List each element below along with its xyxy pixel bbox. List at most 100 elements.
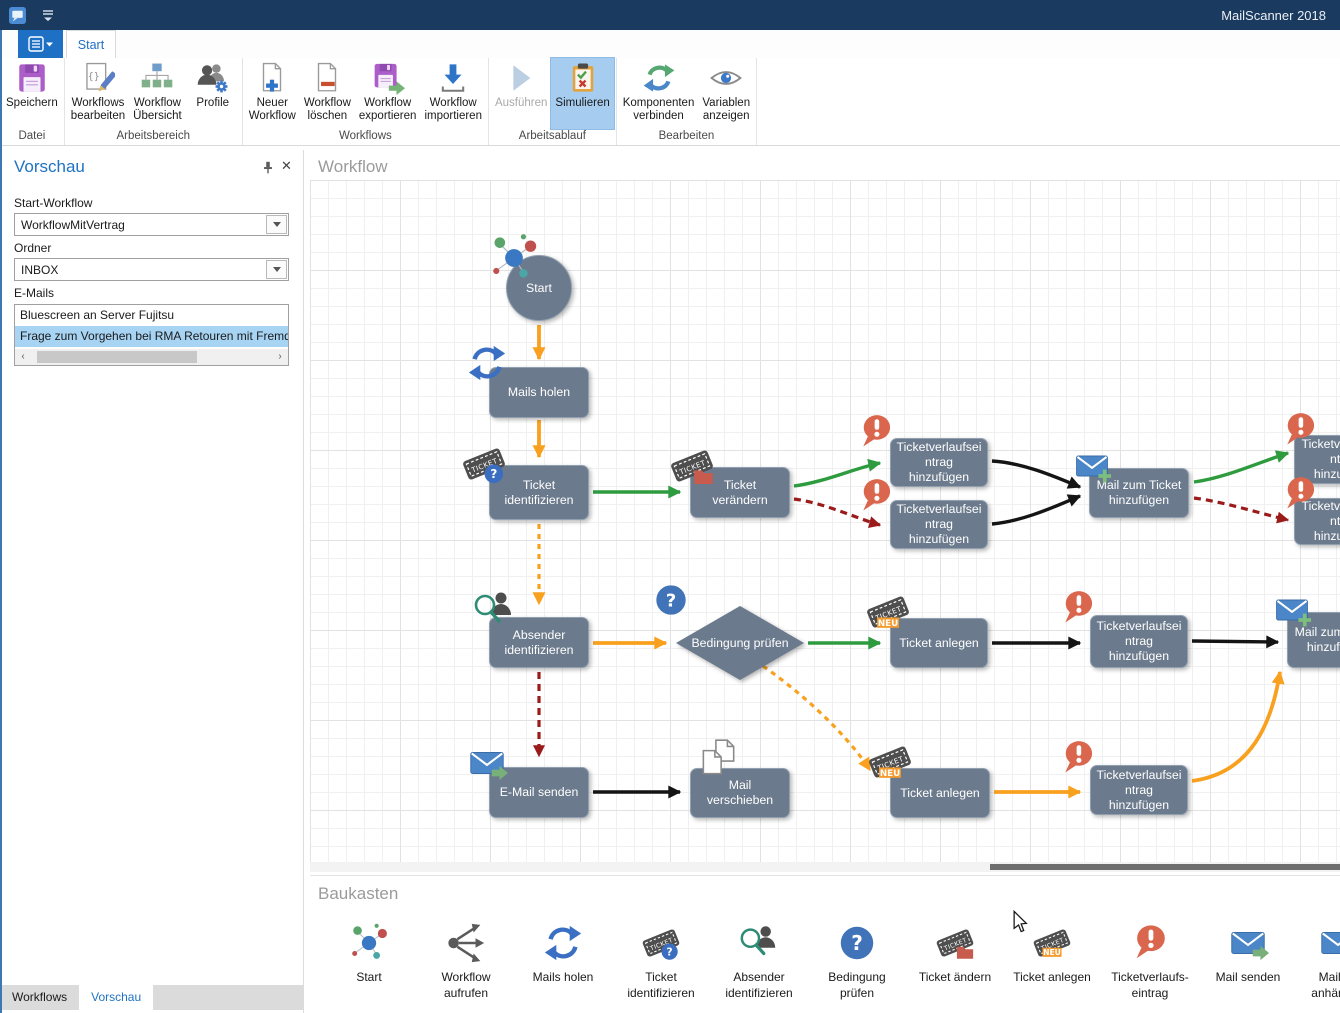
search-person-icon	[738, 922, 780, 964]
ribbon-group-arbeitsablauf: Ausführen Simulieren Arbeitsablauf	[489, 58, 617, 145]
delete-workflow-button[interactable]: Workflow löschen	[300, 58, 355, 129]
tab-vorschau[interactable]: Vorschau	[79, 985, 153, 1010]
tool-ticket-identifizieren[interactable]: Ticket identifizieren	[615, 922, 707, 1001]
import-workflow-icon	[436, 61, 470, 95]
chevron-down-icon[interactable]	[266, 260, 287, 279]
tab-workflows[interactable]: Workflows	[0, 985, 79, 1010]
show-variables-icon	[709, 61, 743, 95]
node-email-senden[interactable]: E-Mail senden	[489, 767, 589, 818]
ribbon-tab-row: Start	[0, 30, 1340, 58]
mouse-cursor	[1012, 910, 1029, 934]
node-start[interactable]: Start	[506, 255, 572, 321]
tool-absender-identifizieren[interactable]: Absender identifizieren	[713, 922, 805, 1001]
question-circle-icon	[836, 922, 878, 964]
tool-mails-holen[interactable]: Mails holen	[517, 922, 609, 986]
tool-start[interactable]: Start	[323, 922, 415, 986]
ribbon-group-label: Bearbeiten	[619, 129, 754, 145]
scroll-thumb[interactable]	[37, 351, 197, 363]
show-variables-button[interactable]: Variablen anzeigen	[698, 58, 754, 129]
node-ticketverlaufseintrag-3[interactable]: Ticketverlaufseintrag hinzufügen	[1294, 435, 1340, 484]
node-ticketverlaufseintrag-2[interactable]: Ticketverlaufseintrag hinzufügen	[890, 500, 988, 549]
workflow-call-icon	[445, 922, 487, 964]
canvas-hscrollbar[interactable]	[310, 862, 1340, 872]
application-menu-button[interactable]	[18, 30, 63, 58]
node-ticketverlaufseintrag-4[interactable]: Ticketverlaufseintrag hinzufügen	[1294, 498, 1340, 545]
folder-value: INBOX	[15, 263, 266, 277]
scroll-right-icon[interactable]: ›	[272, 349, 288, 365]
profiles-button[interactable]: Profile	[186, 58, 240, 129]
import-workflow-button[interactable]: Workflow importieren	[420, 58, 486, 129]
ribbon-group-datei: Speichern Datei	[0, 58, 65, 145]
delete-workflow-icon	[310, 61, 344, 95]
app-icon[interactable]	[9, 7, 26, 24]
simulate-icon	[566, 61, 600, 95]
tool-ticketverlaufseintrag[interactable]: Ticketverlaufs- eintrag	[1104, 922, 1196, 1001]
ribbon-group-label: Datei	[2, 129, 62, 145]
node-bedingung-pruefen[interactable]: Bedingung prüfen	[676, 606, 804, 680]
emails-hscrollbar[interactable]: ‹ ›	[15, 349, 288, 365]
pin-icon[interactable]	[261, 160, 275, 175]
close-icon[interactable]: ✕	[281, 159, 292, 173]
folder-select[interactable]: INBOX	[14, 258, 289, 281]
tool-mail-anhaengen[interactable]: Mail an anhängen	[1292, 922, 1340, 1001]
tool-workflow-aufrufen[interactable]: Workflow aufrufen	[420, 922, 512, 1001]
node-mails-holen[interactable]: Mails holen	[489, 367, 589, 418]
save-icon	[15, 61, 49, 95]
export-workflow-button[interactable]: Workflow exportieren	[355, 58, 421, 129]
tab-start[interactable]: Start	[66, 30, 116, 58]
emails-label: E-Mails	[14, 286, 54, 300]
run-icon	[504, 61, 538, 95]
node-mail-zum-ticket-2[interactable]: Mail zum Ticket hinzufügen	[1287, 612, 1340, 668]
node-absender-identifizieren[interactable]: Absender identifizieren	[489, 617, 589, 668]
tool-mail-senden[interactable]: Mail senden	[1202, 922, 1294, 986]
save-button[interactable]: Speichern	[2, 58, 62, 129]
workflow-overview-button[interactable]: Workflow Übersicht	[129, 58, 186, 129]
start-workflow-select[interactable]: WorkflowMitVertrag	[14, 213, 289, 236]
ticket-question-icon	[640, 922, 682, 964]
ribbon-group-bearbeiten: Komponenten verbinden Variablen anzeigen…	[617, 58, 757, 145]
canvas-title: Workflow	[318, 157, 388, 177]
tool-ticket-aendern[interactable]: Ticket ändern	[909, 922, 1001, 986]
node-ticketverlaufseintrag-6[interactable]: Ticketverlaufseintrag hinzufügen	[1090, 765, 1188, 815]
workflow-canvas[interactable]: Workflow Start Mails holen Ticket identi…	[310, 150, 1340, 875]
mail-attach-icon	[1317, 922, 1340, 964]
toolbox-panel: Baukasten Start Workflow aufrufen Mails …	[310, 875, 1340, 1013]
diamond-label: Bedingung prüfen	[691, 636, 788, 651]
start-workflow-value: WorkflowMitVertrag	[15, 218, 266, 232]
email-list-item-selected[interactable]: Frage zum Vorgehen bei RMA Retouren mit …	[15, 326, 288, 347]
simulate-button[interactable]: Simulieren	[551, 58, 613, 129]
canvas-hscroll-thumb[interactable]	[990, 864, 1340, 870]
tool-bedingung-pruefen[interactable]: Bedingung prüfen	[811, 922, 903, 1001]
quick-access-toolbar-icon[interactable]	[40, 8, 56, 22]
export-workflow-icon	[371, 61, 405, 95]
start-dots-icon	[348, 922, 390, 964]
node-ticket-identifizieren[interactable]: Ticket identifizieren	[489, 465, 589, 520]
email-list-item[interactable]: Bluescreen an Server Fujitsu	[15, 305, 288, 326]
node-ticketverlaufseintrag-5[interactable]: Ticketverlaufseintrag hinzufügen	[1090, 615, 1188, 668]
edit-workflows-icon	[81, 61, 115, 95]
scroll-left-icon[interactable]: ‹	[15, 349, 31, 365]
node-ticketverlaufseintrag-1[interactable]: Ticketverlaufseintrag hinzufügen	[890, 438, 988, 487]
start-workflow-label: Start-Workflow	[14, 196, 92, 210]
new-workflow-button[interactable]: Neuer Workflow	[245, 58, 300, 129]
node-ticket-anlegen-2[interactable]: Ticket anlegen	[890, 768, 990, 818]
ribbon-group-arbeitsbereich: Workflows bearbeiten Workflow Übersicht …	[65, 58, 243, 145]
edit-workflows-button[interactable]: Workflows bearbeiten	[67, 58, 129, 129]
node-ticket-veraendern[interactable]: Ticket verändern	[690, 467, 790, 518]
window-titlebar: MailScanner 2018	[0, 0, 1340, 30]
preview-panel-title: Vorschau	[14, 157, 85, 177]
connect-components-button[interactable]: Komponenten verbinden	[619, 58, 699, 129]
node-ticket-anlegen-1[interactable]: Ticket anlegen	[890, 618, 988, 668]
run-button[interactable]: Ausführen	[491, 58, 551, 129]
menu-list-icon	[28, 36, 54, 52]
window-title: MailScanner 2018	[1221, 8, 1326, 23]
ribbon-group-workflows: Neuer Workflow Workflow löschen Workflow…	[243, 58, 489, 145]
chevron-down-icon[interactable]	[266, 215, 287, 234]
bottom-tab-bar: Workflows Vorschau	[0, 985, 303, 1010]
node-mail-verschieben[interactable]: Mail verschieben	[690, 768, 790, 818]
mail-send-icon	[1227, 922, 1269, 964]
ticket-new-icon	[1031, 922, 1073, 964]
node-mail-zum-ticket[interactable]: Mail zum Ticket hinzufügen	[1089, 468, 1189, 518]
folder-label: Ordner	[14, 241, 51, 255]
emails-listbox: Bluescreen an Server Fujitsu Frage zum V…	[14, 304, 289, 366]
